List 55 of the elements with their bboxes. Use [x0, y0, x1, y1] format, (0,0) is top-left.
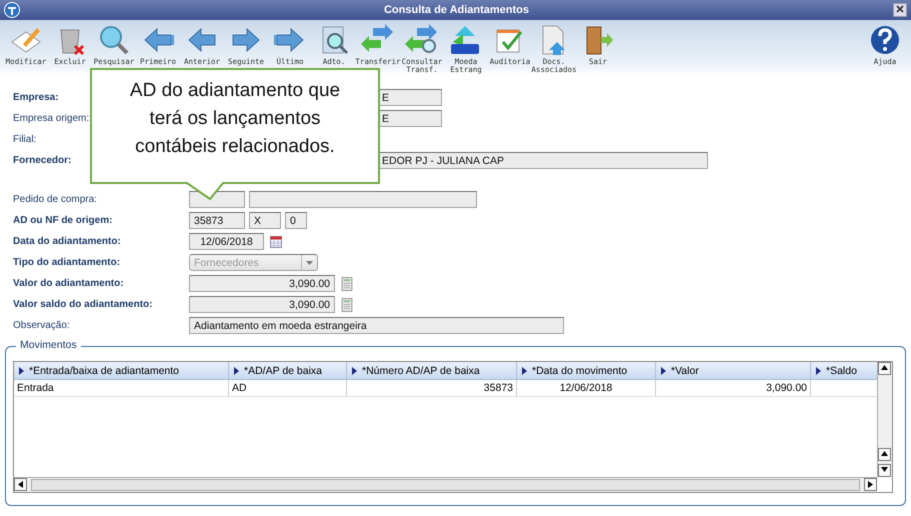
field-label: Empresa origem: [13, 113, 90, 124]
document-parcel-field[interactable]: 0 [285, 212, 307, 229]
column-header[interactable]: *AD/AP de baixa [229, 362, 347, 380]
column-header[interactable]: *Número AD/AP de baixa [347, 362, 517, 380]
calendar-icon[interactable] [270, 234, 282, 248]
calculator-icon[interactable] [341, 276, 353, 290]
scroll-right-button[interactable] [864, 478, 877, 491]
transfer-search-icon [405, 24, 439, 56]
field-label: Pedido de compra: [13, 194, 97, 205]
column-header[interactable]: *Valor [656, 362, 811, 380]
field-label: Tipo do adiantamento: [13, 257, 120, 268]
horizontal-scrollbar[interactable] [14, 477, 877, 492]
scroll-up-button[interactable] [878, 448, 891, 461]
column-header[interactable]: *Data do movimento [517, 362, 656, 380]
field-label: Valor do adiantamento: [13, 278, 124, 289]
field-label: Observação: [13, 320, 70, 331]
table-cell: 35873 [347, 380, 517, 397]
vertical-scrollbar[interactable] [877, 362, 892, 477]
close-icon [896, 5, 904, 13]
table-cell: Entrada [14, 380, 229, 397]
window-title: Consulta de Adiantamentos [382, 4, 530, 16]
search-icon [97, 24, 131, 56]
column-header[interactable]: *Entrada/baixa de adiantamento [14, 362, 229, 380]
field-label: Data do adiantamento: [13, 236, 121, 247]
calculator-icon[interactable] [341, 298, 353, 312]
company-field[interactable]: E [377, 89, 442, 106]
field-label: AD ou NF de origem: [13, 215, 112, 226]
document-number-field[interactable]: 35873 [189, 212, 245, 229]
date-field[interactable]: 12/06/2018 [189, 233, 264, 250]
scroll-up-button[interactable] [878, 362, 891, 375]
order-description-field[interactable] [249, 191, 477, 208]
panel-title: Movimentos [16, 339, 81, 351]
scroll-down-button[interactable] [878, 464, 891, 477]
field-label: Empresa: [13, 92, 59, 103]
field-label: Fornecedor: [13, 155, 72, 166]
table-cell: AD [229, 380, 347, 397]
arrow-icon [17, 481, 24, 488]
arrow-icon [881, 365, 888, 372]
field-label: Filial: [13, 134, 36, 145]
company-field[interactable]: E [377, 110, 442, 127]
table-cell: 3,090.00 [656, 380, 811, 397]
close-button[interactable] [893, 3, 907, 17]
caret-icon [306, 260, 313, 264]
note-field[interactable]: Adiantamento em moeda estrangeira [189, 317, 564, 334]
column-header[interactable]: *Saldo [811, 362, 877, 380]
amount-field[interactable]: 3,090.00 [189, 275, 335, 292]
scroll-left-button[interactable] [14, 478, 27, 491]
help-icon [868, 24, 902, 56]
app-logo-icon [4, 2, 20, 18]
table-cell: 12/06/2018 [517, 380, 656, 397]
document-type-field[interactable]: X [249, 212, 281, 229]
arrow-icon [881, 451, 888, 458]
supplier-field[interactable]: EDOR PJ - JULIANA CAP [377, 152, 708, 169]
amount-field[interactable]: 3,090.00 [189, 296, 335, 313]
field-label: Valor saldo do adiantamento: [13, 299, 152, 310]
